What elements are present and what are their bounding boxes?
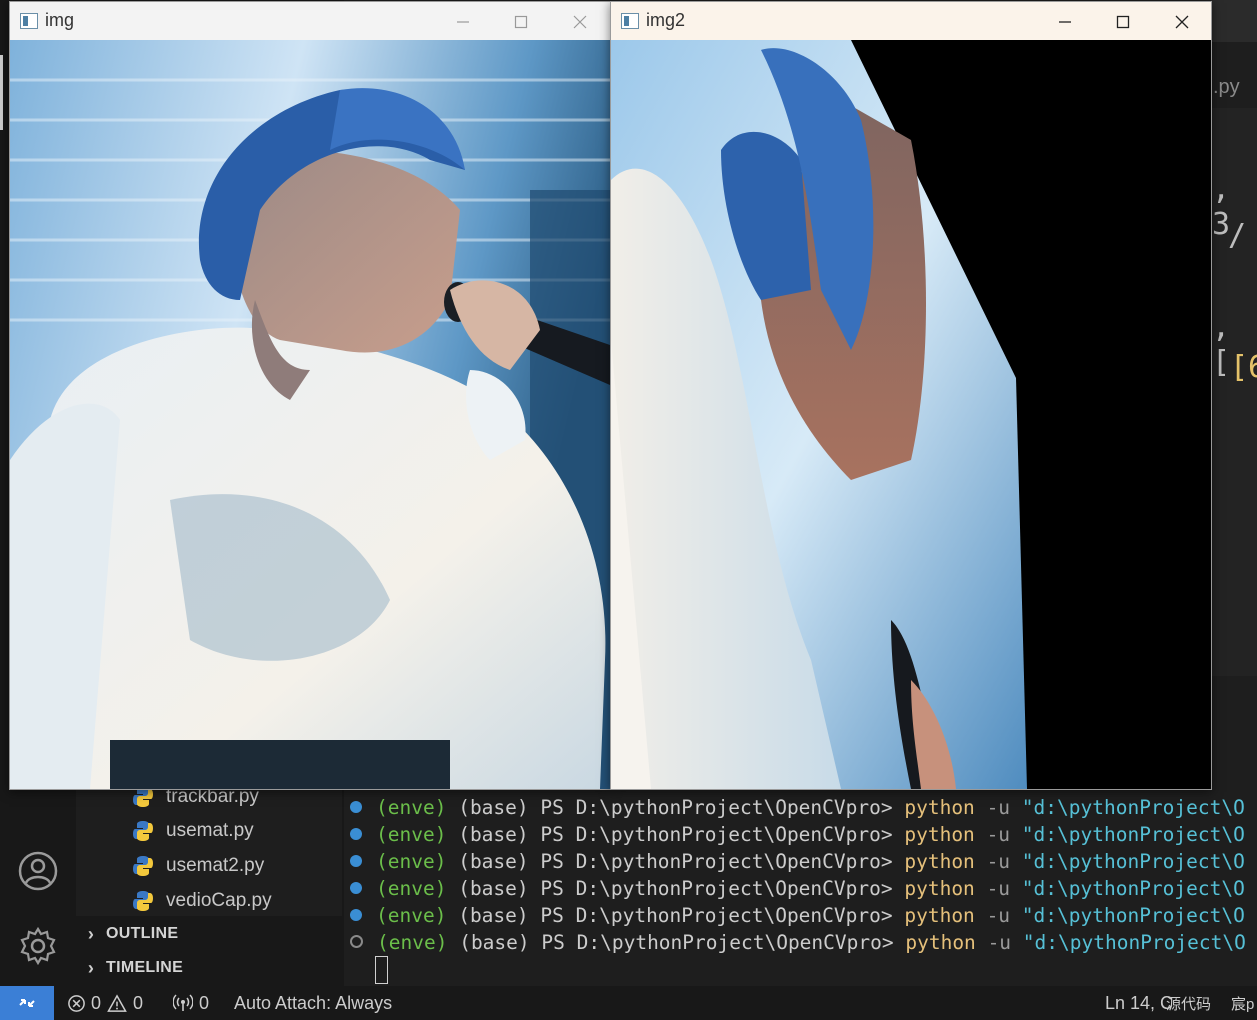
window-title: img2 [646, 10, 686, 30]
accounts-icon[interactable] [17, 850, 59, 892]
file-name: vedioCap.py [166, 890, 272, 911]
window-title: img [45, 10, 75, 30]
window-app-icon [621, 13, 639, 29]
close-button[interactable] [1159, 8, 1205, 36]
manage-gear-icon[interactable] [17, 925, 59, 967]
status-extra: 宸p [1231, 995, 1255, 1013]
outline-label: OUTLINE [106, 925, 179, 942]
minimize-icon [1059, 21, 1071, 23]
panel-header-area [1211, 676, 1257, 780]
editor-tab-strip [1211, 0, 1257, 42]
terminal-line: (enve) (base) PS D:\pythonProject\OpenCV… [350, 821, 1245, 848]
maximize-button[interactable] [1100, 8, 1146, 36]
terminal-line: (enve) (base) PS D:\pythonProject\OpenCV… [350, 875, 1245, 902]
chevron-right-icon: › [87, 923, 95, 944]
code-fragment: [6 [1230, 350, 1257, 385]
python-file-icon [133, 891, 153, 911]
terminal-line: (enve) (base) PS D:\pythonProject\OpenCV… [350, 794, 1245, 821]
file-name: usemat2.py [166, 855, 265, 876]
img-window-titlebar[interactable]: img [10, 2, 610, 40]
maximize-button[interactable] [498, 8, 544, 36]
command-success-dot-icon [350, 881, 362, 894]
minimize-button[interactable] [440, 8, 486, 36]
outline-section-header[interactable]: › OUTLINE [76, 918, 342, 950]
img-photo [10, 40, 610, 789]
terminal-line: (enve) (base) PS D:\pythonProject\OpenCV… [350, 929, 1246, 956]
close-icon [573, 15, 587, 29]
command-success-dot-icon [350, 827, 362, 840]
error-count: 0 [91, 992, 102, 1013]
remote-icon [19, 999, 35, 1007]
img2-window-titlebar[interactable]: img2 [611, 2, 1211, 40]
maximize-icon [1116, 15, 1130, 29]
activity-active-indicator [0, 55, 3, 130]
problems-button[interactable]: 0 0 [67, 986, 143, 1020]
ports-button[interactable]: 0 [173, 986, 209, 1020]
command-running-dot-icon [350, 935, 363, 948]
close-button[interactable] [557, 8, 603, 36]
source-control-label[interactable]: 源代码 [1166, 986, 1211, 1020]
maximize-icon [514, 15, 528, 29]
chevron-right-icon: › [87, 957, 95, 978]
window-app-icon [20, 13, 38, 29]
file-name: usemat.py [166, 820, 254, 841]
terminal-line: (enve) (base) PS D:\pythonProject\OpenCV… [350, 848, 1245, 875]
timeline-section-header[interactable]: › TIMELINE [76, 952, 342, 984]
command-success-dot-icon [350, 800, 362, 813]
img2-warped-photo [611, 40, 1211, 789]
command-success-dot-icon [350, 908, 362, 921]
command-success-dot-icon [350, 854, 362, 867]
file-item-usemat2[interactable]: usemat2.py [132, 851, 264, 881]
file-item-vediocap[interactable]: vedioCap.py [132, 886, 272, 916]
python-file-icon [133, 821, 153, 841]
terminal-cursor [375, 956, 388, 984]
terminal-panel[interactable]: (enve) (base) PS D:\pythonProject\OpenCV… [344, 780, 1257, 986]
warning-icon [107, 993, 127, 1012]
python-file-icon [133, 856, 153, 876]
warning-count: 0 [133, 992, 144, 1013]
minimize-button[interactable] [1042, 8, 1088, 36]
close-icon [1175, 15, 1189, 29]
explorer-file-list: trackbar.py usemat.py usemat2.py vedioCa… [76, 780, 342, 916]
editor-tab-filename[interactable]: .py [1211, 70, 1257, 106]
broadcast-icon [173, 994, 193, 1011]
timeline-label: TIMELINE [106, 959, 184, 976]
terminal-line: (enve) (base) PS D:\pythonProject\OpenCV… [350, 902, 1245, 929]
code-fragment: / [1228, 218, 1247, 253]
minimize-icon [457, 21, 469, 23]
img-window[interactable]: img [9, 1, 611, 790]
cursor-position-button[interactable]: Ln 14, C [1105, 986, 1173, 1020]
ports-count: 0 [199, 992, 210, 1013]
remote-indicator-button[interactable] [0, 986, 54, 1020]
auto-attach-button[interactable]: Auto Attach: Always [234, 986, 392, 1020]
error-icon [68, 994, 85, 1012]
status-bar: 0 0 0 Auto Attach: Always Ln 14, C 源代码 宸… [0, 986, 1257, 1020]
img2-window[interactable]: img2 [610, 1, 1212, 790]
file-item-usemat[interactable]: usemat.py [132, 816, 254, 846]
